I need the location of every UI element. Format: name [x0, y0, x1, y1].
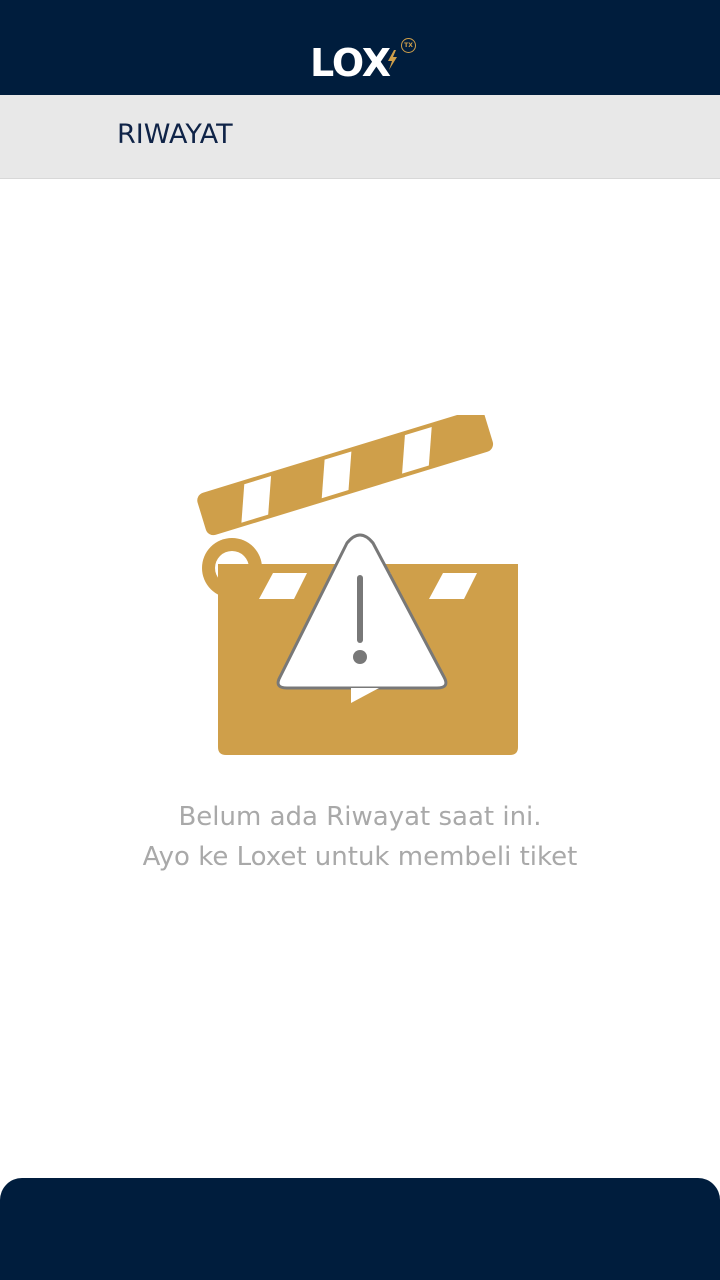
app-logo: LOX TX: [310, 38, 420, 88]
lightning-icon: [388, 50, 397, 70]
history-screen: LOX TX RIWAYAT Belum ada Riwayat saat in…: [0, 0, 720, 1280]
empty-state-hint: Ayo ke Loxet untuk membeli tiket: [142, 842, 578, 872]
logo-badge: TX: [401, 38, 416, 53]
empty-state-message: Belum ada Riwayat saat ini.: [178, 802, 542, 832]
clapperboard-warning-icon: [197, 415, 518, 755]
page-header: RIWAYAT: [0, 95, 720, 179]
page-title: RIWAYAT: [117, 119, 233, 150]
top-app-bar: LOX TX: [0, 0, 720, 95]
bottom-navigation-bar: [0, 1178, 720, 1280]
logo-text: LOX: [310, 41, 391, 85]
